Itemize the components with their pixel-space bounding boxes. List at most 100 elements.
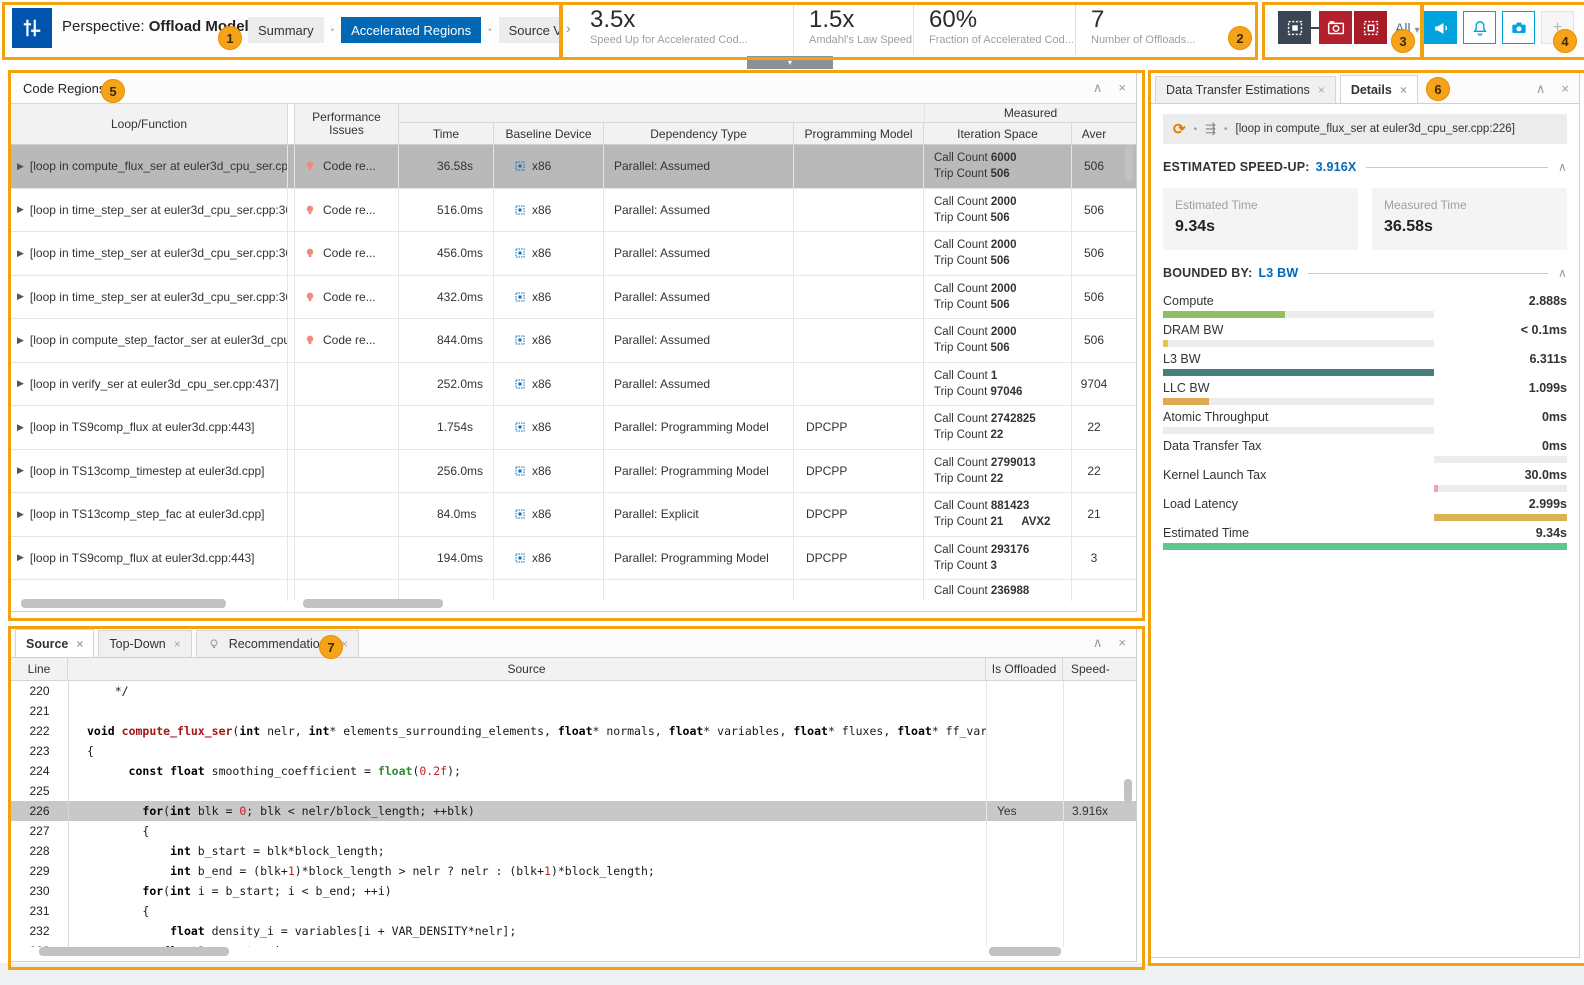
compare-icon[interactable]: ⇶ (1205, 121, 1216, 137)
tab-accelerated-regions[interactable]: Accelerated Regions (341, 17, 481, 43)
source-line[interactable]: 222 void compute_flux_ser(int nelr, int*… (11, 721, 1136, 741)
collapse-metrics-button[interactable]: › (566, 20, 571, 36)
source-line[interactable]: 220 */ (11, 681, 1136, 701)
bar-value: 30.0ms (1525, 468, 1567, 483)
table-row[interactable]: ▶ [loop in compute_flux_ser at euler3d_c… (11, 145, 1136, 189)
source-line[interactable]: 227 { (11, 821, 1136, 841)
column-splitter[interactable] (288, 537, 295, 580)
expander-icon[interactable]: ▶ (17, 509, 24, 520)
bar-fill (1163, 369, 1434, 376)
col-line[interactable]: Line (11, 658, 68, 680)
source-line[interactable]: 224 const float smoothing_coefficient = … (11, 761, 1136, 781)
expander-icon[interactable]: ▶ (17, 552, 24, 563)
close-panel-icon[interactable]: × (1118, 80, 1126, 96)
collapse-panel-icon[interactable]: ∧ (1093, 80, 1103, 96)
cpu-chip-icon (514, 334, 526, 346)
cpu-device-icon[interactable] (1278, 11, 1311, 44)
metric-fraction: 60% Fraction of Accelerated Cod... (913, 2, 1075, 54)
table-row[interactable]: ▶ [loop in compute_step_factor_ser at eu… (11, 319, 1136, 363)
column-splitter[interactable] (288, 232, 295, 275)
expander-icon[interactable]: ▶ (17, 378, 24, 389)
col-time[interactable]: Time (399, 123, 494, 144)
speedup-cell (1064, 861, 1136, 881)
notifications-button[interactable] (1463, 11, 1496, 44)
close-panel-icon[interactable]: × (1118, 635, 1126, 651)
col-average[interactable]: Aver (1072, 123, 1116, 144)
source-line[interactable]: 226 for(int blk = 0; blk < nelr/block_le… (11, 801, 1136, 821)
col-iteration-space[interactable]: Iteration Space (924, 123, 1072, 144)
expander-icon[interactable]: ▶ (17, 465, 24, 476)
close-icon[interactable]: × (1318, 83, 1325, 97)
column-splitter[interactable] (288, 145, 295, 188)
expander-icon[interactable]: ▶ (17, 291, 24, 302)
source-line[interactable]: 231 { (11, 901, 1136, 921)
col-dependency-type[interactable]: Dependency Type (604, 123, 794, 144)
column-splitter[interactable] (288, 363, 295, 406)
table-row[interactable]: ▶ [loop in TS9comp_flux at euler3d.cpp:4… (11, 406, 1136, 450)
close-panel-icon[interactable]: × (1561, 81, 1569, 97)
col-baseline-device[interactable]: Baseline Device (494, 123, 604, 144)
refresh-icon[interactable]: ⟳ (1173, 120, 1186, 138)
gpu-chip-icon[interactable] (1354, 11, 1387, 44)
speedup-cell (1064, 761, 1136, 781)
column-splitter[interactable] (288, 450, 295, 493)
col-performance-issues[interactable]: Performance Issues (295, 104, 399, 144)
close-icon[interactable]: × (174, 637, 181, 651)
tab-summary[interactable]: Summary (248, 17, 324, 43)
column-splitter[interactable] (288, 406, 295, 449)
horizontal-scrollbar[interactable] (39, 947, 229, 956)
col-source[interactable]: Source (68, 658, 986, 680)
source-line[interactable]: 223 { (11, 741, 1136, 761)
column-splitter[interactable] (288, 319, 295, 362)
collapse-panel-icon[interactable]: ∧ (1536, 81, 1546, 97)
source-line[interactable]: 232 float density_i = variables[i + VAR_… (11, 921, 1136, 941)
horizontal-scrollbar-right[interactable] (303, 599, 443, 608)
table-row[interactable]: ▶ [loop in verify_ser at euler3d_cpu_ser… (11, 363, 1136, 407)
table-row[interactable]: ▶ [loop in time_step_ser at euler3d_cpu_… (11, 189, 1136, 233)
horizontal-scrollbar-left[interactable] (21, 599, 226, 608)
close-icon[interactable]: × (1400, 83, 1407, 97)
tab-source[interactable]: Source × (15, 629, 94, 657)
gpu-device-icon[interactable] (1319, 11, 1352, 44)
tab-data-transfer-estimations[interactable]: Data Transfer Estimations × (1155, 76, 1336, 103)
expander-icon[interactable]: ▶ (17, 335, 24, 346)
horizontal-scrollbar-offload[interactable] (989, 947, 1061, 956)
source-line[interactable]: 229 int b_end = (blk+1)*block_length > n… (11, 861, 1136, 881)
col-speedup[interactable]: Speed- (1063, 658, 1136, 680)
source-line[interactable]: 221 (11, 701, 1136, 721)
collapse-section-icon[interactable]: ∧ (1558, 160, 1567, 174)
perspective-label: Perspective: (62, 18, 145, 35)
column-splitter[interactable] (288, 580, 295, 601)
source-line[interactable]: 230 for(int i = b_start; i < b_end; ++i) (11, 881, 1136, 901)
close-icon[interactable]: × (76, 637, 83, 651)
source-line[interactable]: 225 (11, 781, 1136, 801)
tab-top-down[interactable]: Top-Down × (98, 630, 191, 657)
col-loop-function[interactable]: Loop/Function (11, 104, 288, 144)
expander-icon[interactable]: ▶ (17, 422, 24, 433)
whats-new-button[interactable] (1424, 11, 1457, 44)
table-row[interactable]: ▶ [loop in TS13comp_timestep at euler3d.… (11, 450, 1136, 494)
table-row[interactable]: ▶ [loop in time_step_ser at euler3d_cpu_… (11, 276, 1136, 320)
tab-details[interactable]: Details × (1340, 75, 1418, 103)
vertical-scrollbar[interactable] (1125, 145, 1133, 181)
expander-icon[interactable]: ▶ (17, 204, 24, 215)
collapse-section-icon[interactable]: ∧ (1558, 266, 1567, 280)
speedup-cell (1064, 721, 1136, 741)
col-is-offloaded[interactable]: Is Offloaded (986, 658, 1063, 680)
column-splitter[interactable] (288, 104, 295, 144)
expander-icon[interactable]: ▶ (17, 161, 24, 172)
source-line[interactable]: 228 int b_start = blk*block_length; (11, 841, 1136, 861)
table-row[interactable]: ▶ [loop in TS9comp_flux at euler3d.cpp:4… (11, 537, 1136, 581)
column-splitter[interactable] (288, 493, 295, 536)
vertical-scrollbar[interactable] (1124, 779, 1132, 803)
table-row[interactable]: Call Count 236988 (11, 580, 1136, 601)
expander-icon[interactable]: ▶ (17, 248, 24, 259)
collapse-panel-icon[interactable]: ∧ (1093, 635, 1103, 651)
column-splitter[interactable] (288, 189, 295, 232)
table-row[interactable]: ▶ [loop in TS13comp_step_fac at euler3d.… (11, 493, 1136, 537)
column-splitter[interactable] (288, 276, 295, 319)
snapshot-button[interactable] (1502, 11, 1535, 44)
col-programming-model[interactable]: Programming Model (794, 123, 924, 144)
table-row[interactable]: ▶ [loop in time_step_ser at euler3d_cpu_… (11, 232, 1136, 276)
toolbar-collapse-handle[interactable]: ▾ (747, 56, 833, 69)
